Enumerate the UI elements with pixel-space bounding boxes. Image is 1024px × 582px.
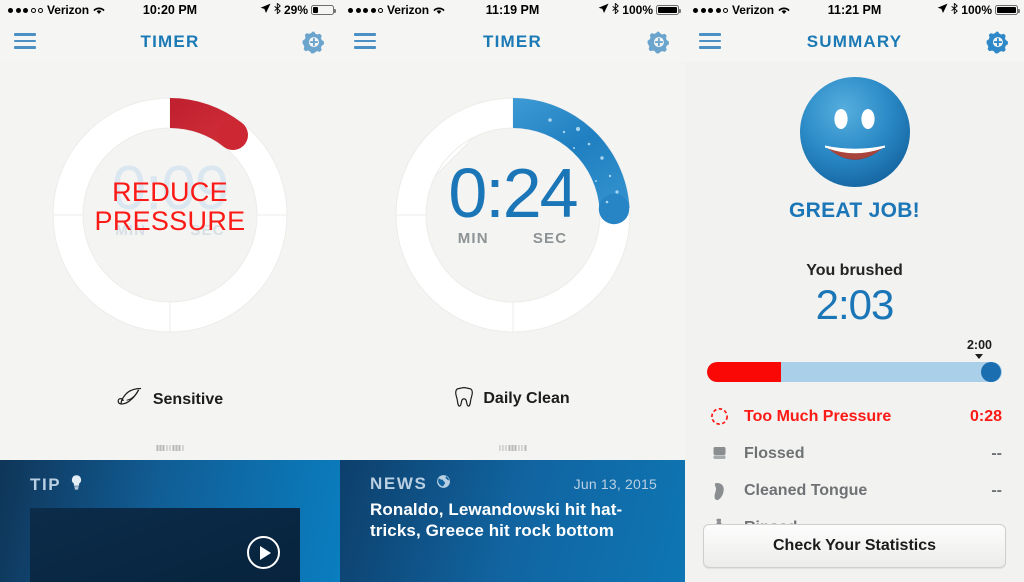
gear-plus-icon[interactable] [647,30,671,54]
brushed-label: You brushed [806,262,903,279]
panel-drag-handle[interactable] [156,445,184,451]
brush-timer-ring [378,80,648,350]
stat-label: Flossed [744,444,805,462]
summary-headline: GREAT JOB! [789,199,920,222]
play-button-icon[interactable] [247,536,280,569]
feather-icon [117,387,143,412]
stat-row-cleaned-tongue[interactable]: Cleaned Tongue -- [707,472,1002,509]
lightbulb-icon [70,474,83,496]
battery-percent: 100% [961,3,992,17]
tip-video-thumbnail[interactable] [30,508,300,582]
brush-mode-bar[interactable]: Sensitive [0,387,340,412]
status-bar-right: 100% [937,2,1020,17]
brush-progress-bar: 2:00 [707,338,1002,386]
stat-value: 0:28 [969,407,1002,425]
stat-label: Too Much Pressure [744,407,892,425]
alert-line-2: PRESSURE [94,206,246,237]
news-headline[interactable]: Ronaldo, Lewandowski hit hat-tricks, Gre… [340,494,685,541]
status-bar: Verizon 11:19 PM 100% [340,0,685,22]
gear-plus-icon[interactable] [986,30,1010,54]
pressure-warning-icon [707,407,731,426]
battery-icon [656,5,681,15]
alert-line-1: REDUCE [112,177,228,207]
brush-mode-label: Daily Clean [483,390,570,407]
nav-bar: SUMMARY [685,22,1024,62]
stat-value: -- [991,444,1002,462]
battery-percent: 100% [622,3,653,17]
status-bar-right: 100% [598,2,681,17]
news-panel[interactable]: NEWS Jun 13, 2015 Ronaldo, Lewandowski h… [340,460,685,582]
bluetooth-icon [951,2,959,17]
tooth-icon [455,386,474,412]
tongue-icon [707,481,731,501]
page-title: TIMER [140,32,200,51]
phone-screen-timer-pressure: Verizon 10:20 PM 29% TIMER 0:09 MIN SEC … [0,0,340,582]
bluetooth-icon [274,2,281,17]
check-statistics-button[interactable]: Check Your Statistics [703,524,1006,568]
phone-screen-timer-running: Verizon 11:19 PM 100% TIMER 0:24 MIN SEC… [340,0,685,582]
location-arrow-icon [260,3,271,17]
timer-area: 0:24 MIN SEC Daily Clean [340,62,685,460]
page-title: SUMMARY [806,32,903,51]
timer-area: 0:09 MIN SEC REDUCE PRESSURE Sensitive [0,62,340,460]
bluetooth-icon [612,2,620,17]
summary-content: GREAT JOB! You brushed 2:03 2:00 Too Muc… [685,62,1024,582]
status-bar: Verizon 11:21 PM 100% [685,0,1024,22]
smiley-face-icon [797,74,913,190]
tip-kicker-label: TIP [30,475,62,494]
globe-icon [436,474,451,494]
stat-label: Cleaned Tongue [744,481,868,499]
news-panel-header: NEWS Jun 13, 2015 [340,460,685,494]
stat-row-pressure[interactable]: Too Much Pressure 0:28 [707,398,1002,435]
nav-bar: TIMER [0,22,340,62]
stat-value: -- [991,481,1002,499]
nav-bar: TIMER [340,22,685,62]
news-kicker-label: NEWS [370,474,428,493]
status-bar: Verizon 10:20 PM 29% [0,0,340,22]
tip-panel-header: TIP [0,460,340,496]
progress-end-knob [981,362,1001,382]
location-arrow-icon [937,3,948,17]
floss-icon [707,444,731,463]
battery-icon [311,5,336,15]
progress-arc [512,98,629,210]
location-arrow-icon [598,3,609,17]
battery-icon [995,5,1020,15]
stat-row-flossed[interactable]: Flossed -- [707,435,1002,472]
brushed-time-value: 2:03 [815,281,895,328]
status-bar-right: 29% [260,2,336,17]
battery-percent: 29% [283,3,308,17]
goal-marker-icon [975,354,983,359]
goal-time-label: 2:00 [966,338,992,352]
brush-mode-bar[interactable]: Daily Clean [340,386,685,412]
pressure-segment [707,362,781,382]
reduce-pressure-alert: REDUCE PRESSURE [0,177,340,237]
brush-mode-label: Sensitive [152,390,224,408]
phone-screen-summary: Verizon 11:21 PM 100% SUMMARY GREAT JOB!… [685,0,1024,582]
news-date: Jun 13, 2015 [573,476,657,492]
page-title: TIMER [483,32,542,51]
tip-panel[interactable]: TIP [0,460,340,582]
gear-plus-icon[interactable] [302,30,326,54]
progress-track [707,362,1002,382]
panel-drag-handle[interactable] [498,445,527,451]
